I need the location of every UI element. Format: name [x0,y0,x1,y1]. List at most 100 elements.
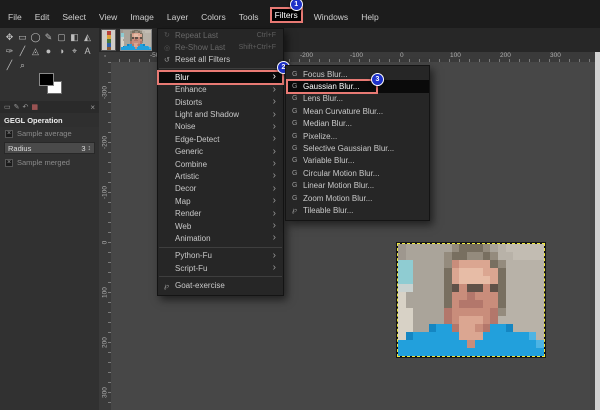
smudge-tool-icon[interactable]: ⌖ [68,44,81,58]
pixel [482,276,491,284]
menubar-item-edit[interactable]: Edit [33,11,52,23]
menubar-item-windows[interactable]: Windows [312,11,350,23]
tool-options-tab-icon[interactable]: ▭ [4,104,11,111]
menu-item-script-fu[interactable]: Script-Fu › [158,262,283,274]
pixel [490,244,498,252]
menu-item-python-fu[interactable]: Python-Fu › [158,250,283,262]
pixel [505,244,514,252]
pencil-tool-icon[interactable]: ╱ [16,44,29,58]
menu-item-mean-curvature-blur[interactable]: G Mean Curvature Blur... [286,105,429,117]
pixel [482,308,491,316]
menu-item-label: Distorts [175,97,203,107]
menu-item-label: Combine [175,159,208,169]
menu-item-gaussian-blur[interactable]: G Gaussian Blur... 3 [286,73,429,94]
menubar-item-colors[interactable]: Colors [199,11,228,23]
menubar-item-select[interactable]: Select [60,11,88,23]
pixel [459,244,468,252]
menu-item-combine[interactable]: Combine › [158,158,283,170]
ruler-label: 0 [400,52,404,59]
image-layer-pixelated-portrait[interactable] [397,243,545,357]
close-dock-icon[interactable]: × [90,103,95,112]
airbrush-tool-icon[interactable]: ● [42,44,55,58]
menu-item-noise[interactable]: Noise › [158,121,283,133]
menu-item-goat-exercise[interactable]: ℘ Goat-exercise [158,279,283,291]
eraser-tool-icon[interactable]: ◬ [29,44,42,58]
image-tab-totem[interactable] [101,29,116,51]
menu-item-tileable-blur[interactable]: ℘ Tileable Blur... [286,204,429,216]
menu-item-web[interactable]: Web › [158,220,283,232]
vertical-scrollbar[interactable] [595,52,600,410]
menu-item-circular-motion-blur[interactable]: G Circular Motion Blur... [286,167,429,179]
chevron-right-icon: › [272,83,276,95]
measure-tool-icon[interactable]: ╱ [3,58,16,72]
menubar-item-view[interactable]: View [97,11,119,23]
pixel [520,260,529,268]
foreground-color-swatch[interactable] [39,73,54,86]
menu-item-repeat-last[interactable]: ↻ Repeat Last Ctrl+F [158,29,283,41]
zoom-tool-icon[interactable]: ⌕ [16,58,29,72]
menubar-item-filters[interactable]: Filters 1 [269,0,303,23]
radius-slider[interactable]: Radius 3 ↕ [4,142,95,154]
menu-item-label: Reset all Filters [175,55,231,65]
images-tab-icon[interactable]: ▦ [31,104,38,111]
pixel [444,284,452,292]
text-tool-icon[interactable]: A [81,44,94,58]
menu-item-artistic[interactable]: Artistic › [158,170,283,182]
menubar-item-layer[interactable]: Layer [165,11,190,23]
warp-tool-icon[interactable]: ◭ [81,30,94,44]
menu-item-generic[interactable]: Generic › [158,146,283,158]
paintbrush-tool-icon[interactable]: ✑ [3,44,16,58]
pixel [474,348,483,356]
image-tab-portrait[interactable] [120,29,152,51]
menu-item-median-blur[interactable]: G Median Blur... [286,118,429,130]
ruler-label: -200 [300,52,314,59]
menu-item-blur[interactable]: Blur › 2 [157,61,290,85]
menu-item-edge-detect[interactable]: Edge-Detect › [158,133,283,145]
gegl-icon: G [292,132,298,140]
menu-item-distorts[interactable]: Distorts › [158,96,283,108]
brushes-tab-icon[interactable]: ✎ [14,104,20,111]
path-tool-icon[interactable]: ✎ [42,30,55,44]
rect-select-tool-icon[interactable]: ▭ [16,30,29,44]
menu-item-variable-blur[interactable]: G Variable Blur... [286,155,429,167]
crop-tool-icon[interactable]: ▢ [55,30,68,44]
menu-item-focus-blur[interactable]: G Focus Blur... [286,68,429,80]
menu-item-pixelize[interactable]: G Pixelize... [286,130,429,142]
radius-value[interactable]: 3 [81,144,85,153]
menubar-item-help[interactable]: Help [359,11,380,23]
menu-item-enhance[interactable]: Enhance › [158,84,283,96]
free-select-tool-icon[interactable]: ◯ [29,30,42,44]
menu-item-light-and-shadow[interactable]: Light and Shadow › [158,108,283,120]
chevron-right-icon: › [272,145,276,157]
menubar-item-file[interactable]: File [6,11,24,23]
menu-item-linear-motion-blur[interactable]: G Linear Motion Blur... [286,180,429,192]
pixel [482,340,491,348]
pixel [398,252,406,260]
ruler-label: 100 [450,52,461,59]
menu-item-selective-gaussian-blur[interactable]: G Selective Gaussian Blur... [286,142,429,154]
pixel [413,276,422,284]
history-tab-icon[interactable]: ↶ [23,104,29,111]
menubar-item-tools[interactable]: Tools [237,11,261,23]
pixel [467,316,475,324]
clone-tool-icon[interactable]: ◑ [55,44,68,58]
pixel [398,324,406,332]
menu-item-reshow-last[interactable]: ◎ Re-Show Last Shift+Ctrl+F [158,41,283,53]
transform-tool-icon[interactable]: ◧ [68,30,81,44]
move-tool-icon[interactable]: ✥ [3,30,16,44]
menu-item-render[interactable]: Render › [158,207,283,219]
menu-item-decor[interactable]: Decor › [158,183,283,195]
menu-item-zoom-motion-blur[interactable]: G Zoom Motion Blur... [286,192,429,204]
sample-average-checkbox[interactable]: × [5,129,13,138]
menu-item-lens-blur[interactable]: G Lens Blur... [286,93,429,105]
sample-merged-checkbox[interactable]: × [5,158,13,167]
menu-item-animation[interactable]: Animation › [158,232,283,244]
menubar-item-image[interactable]: Image [128,11,156,23]
ruler-label: 200 [101,337,109,348]
radius-spinner-icon[interactable]: ↕ [88,145,92,152]
pixel [536,244,544,252]
menu-item-map[interactable]: Map › [158,195,283,207]
ruler-corner-button[interactable]: ▫ [99,52,111,62]
menu-item-reset-all-filters[interactable]: ↺ Reset all Filters [158,54,283,66]
pixel [451,244,460,252]
